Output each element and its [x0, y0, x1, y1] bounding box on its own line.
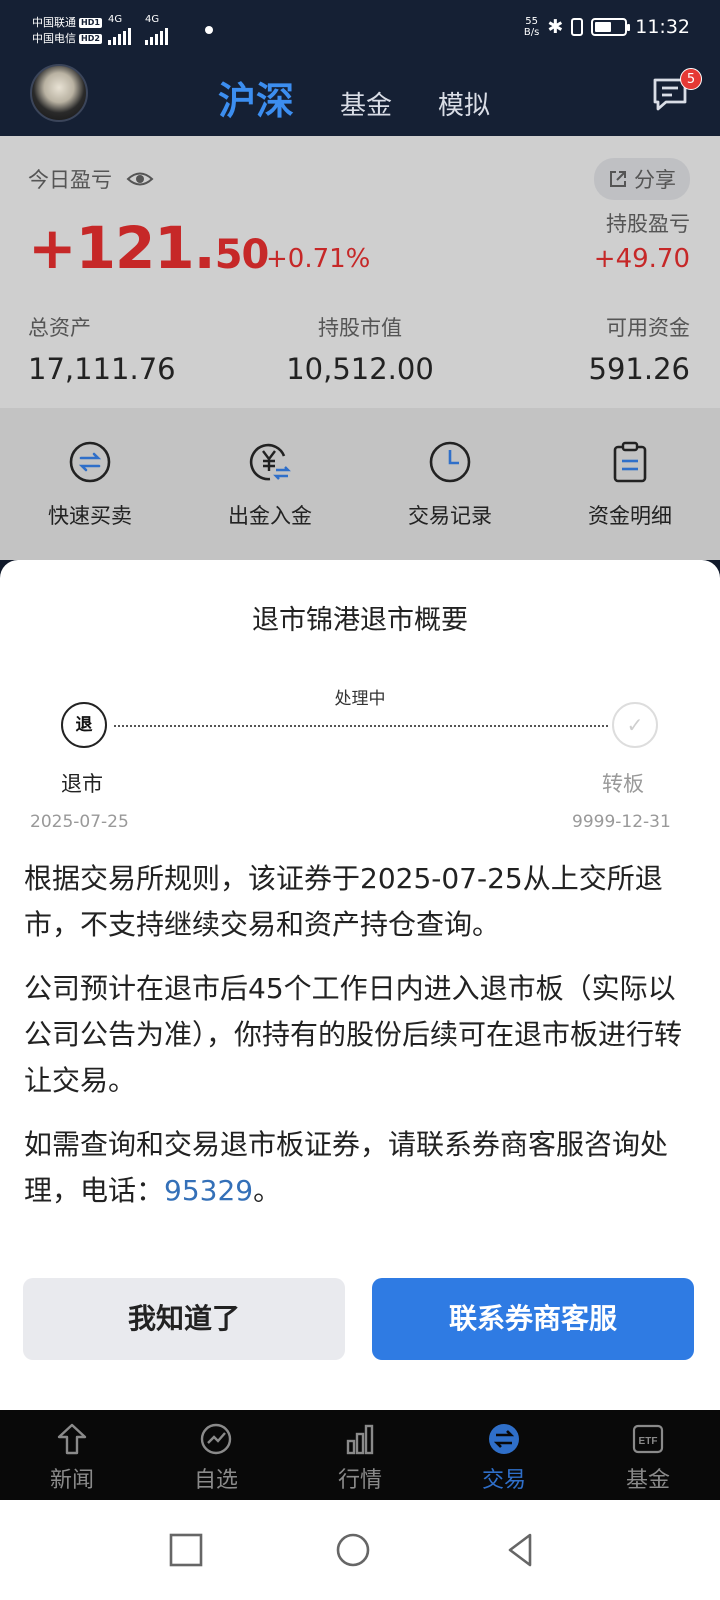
- contact-broker-button[interactable]: 联系券商客服: [372, 1278, 694, 1360]
- quick-action-label: 快速买卖: [48, 504, 132, 528]
- phone-link[interactable]: 95329: [164, 1174, 253, 1207]
- sheet-title: 退市锦港退市概要: [252, 605, 468, 636]
- net-speed-value: 55: [525, 16, 538, 27]
- share-icon: [610, 171, 626, 187]
- back-icon[interactable]: [500, 1530, 540, 1570]
- acknowledge-button[interactable]: 我知道了: [23, 1278, 345, 1360]
- net-speed-unit: B/s: [523, 27, 540, 38]
- tab-fund[interactable]: 基金: [340, 85, 392, 122]
- stat-label: 可用资金: [606, 316, 690, 340]
- step-date-delist: 2025-07-25: [30, 812, 129, 832]
- share-button[interactable]: 分享: [594, 158, 690, 200]
- nav-label: 交易: [481, 1468, 526, 1493]
- notice-text: 如需查询和交易退市板证券，请联系券商客服咨询处理，电话：: [24, 1128, 669, 1207]
- today-pnl-label: 今日盈亏: [28, 168, 112, 192]
- swap-icon: [69, 441, 111, 483]
- nav-market[interactable]: 行情: [300, 1410, 420, 1500]
- today-pnl-int: +121.: [28, 214, 216, 282]
- nav-label: 自选: [193, 1468, 238, 1493]
- today-pnl-value: +121.50: [28, 214, 270, 282]
- hd1-badge: HD1: [79, 18, 102, 28]
- nav-fund[interactable]: ETF 基金: [588, 1410, 708, 1500]
- hd2-badge: HD2: [79, 34, 102, 44]
- svg-text:ETF: ETF: [639, 1436, 658, 1447]
- message-badge: 5: [680, 68, 702, 90]
- system-nav-bar: [0, 1500, 720, 1600]
- network-type-1: 4G: [108, 14, 123, 25]
- app-header: 沪深 基金 模拟 5: [0, 60, 720, 136]
- quick-trade-button[interactable]: 快速买卖: [20, 440, 160, 560]
- trade-records-button[interactable]: 交易记录: [380, 440, 520, 560]
- holding-pnl-value: +49.70: [593, 244, 690, 274]
- stat-available-cash: 可用资金 591.26: [589, 312, 690, 386]
- yuan-transfer-icon: [249, 443, 291, 481]
- home-icon[interactable]: [333, 1530, 373, 1570]
- network-type-2: 4G: [145, 14, 160, 25]
- market-tabs: 沪深 基金 模拟: [218, 70, 490, 125]
- nav-label: 行情: [337, 1468, 382, 1493]
- notice-paragraph-3: 如需查询和交易退市板证券，请联系券商客服咨询处理，电话：95329。: [24, 1122, 696, 1214]
- bottom-nav: 新闻 自选 行情 交易 ETF 基金: [0, 1410, 720, 1500]
- quick-action-label: 出金入金: [228, 504, 312, 528]
- step-label-transfer: 转板: [602, 772, 644, 796]
- nav-label: 基金: [625, 1468, 670, 1493]
- account-summary: 今日盈亏 分享 +121.50 +0.71% 持股盈亏 +49.70 总资产 1…: [0, 136, 720, 408]
- holding-pnl-label: 持股盈亏: [606, 212, 690, 236]
- step-label-delist: 退市: [61, 772, 103, 796]
- carrier-2: 中国电信: [32, 32, 76, 45]
- nav-label: 新闻: [49, 1468, 94, 1493]
- nav-news[interactable]: 新闻: [12, 1410, 132, 1500]
- clock: 11:32: [635, 16, 690, 38]
- net-speed: 55 B/s: [524, 16, 539, 38]
- notice-text-end: 。: [253, 1174, 282, 1207]
- recents-icon[interactable]: [166, 1530, 206, 1570]
- battery-icon: [591, 18, 631, 36]
- stat-value: 591.26: [588, 352, 690, 386]
- delisting-summary-sheet: 退市锦港退市概要 处理中 退 ✓ 退市 转板 2025-07-25 9999-1…: [0, 560, 720, 1410]
- progress-status-label: 处理中: [334, 689, 386, 709]
- check-icon: ✓: [612, 702, 658, 748]
- eye-icon[interactable]: [126, 170, 154, 188]
- watchlist-icon: [200, 1423, 232, 1455]
- bluetooth-icon: ✱: [547, 16, 564, 38]
- nav-trade[interactable]: 交易: [444, 1410, 564, 1500]
- carrier-info: 中国联通 HD1 中国电信 HD2: [32, 15, 102, 47]
- progress-line: [114, 725, 608, 727]
- step-date-transfer: 9999-12-31: [572, 812, 671, 832]
- delist-step-node: 退: [61, 702, 107, 748]
- news-icon: [57, 1423, 87, 1455]
- vibrate-icon: [571, 18, 584, 36]
- tab-hushen[interactable]: 沪深: [218, 70, 294, 125]
- signal-icon: 4G 4G: [108, 14, 168, 45]
- avatar[interactable]: [30, 64, 88, 122]
- deposit-withdraw-button[interactable]: 出金入金: [200, 440, 340, 560]
- notice-paragraph-1: 根据交易所规则，该证券于2025-07-25从上交所退市，不支持继续交易和资产持…: [24, 862, 663, 941]
- quick-action-label: 资金明细: [588, 504, 672, 528]
- carrier-1: 中国联通: [32, 16, 76, 29]
- trade-icon: [489, 1424, 519, 1454]
- notice-paragraph-2: 公司预计在退市后45个工作日内进入退市板（实际以公司公告为准），你持有的股份后续…: [24, 972, 683, 1097]
- nav-watchlist[interactable]: 自选: [156, 1410, 276, 1500]
- notification-dot: [205, 26, 213, 34]
- clipboard-icon: [613, 441, 647, 483]
- today-pnl-dec: 50: [214, 232, 270, 278]
- market-icon: [346, 1424, 374, 1455]
- status-bar: 中国联通 HD1 中国电信 HD2 4G 4G 55 B/s ✱ 11:32: [0, 0, 720, 60]
- etf-icon: ETF: [632, 1424, 664, 1454]
- share-label: 分享: [634, 168, 676, 192]
- clock-icon: [429, 441, 471, 483]
- today-pnl-pct: +0.71%: [266, 244, 371, 274]
- quick-actions: 快速买卖 出金入金 交易记录 资金明细: [0, 408, 720, 560]
- fund-details-button[interactable]: 资金明细: [560, 440, 700, 560]
- tab-simulation[interactable]: 模拟: [438, 85, 490, 122]
- quick-action-label: 交易记录: [408, 504, 492, 528]
